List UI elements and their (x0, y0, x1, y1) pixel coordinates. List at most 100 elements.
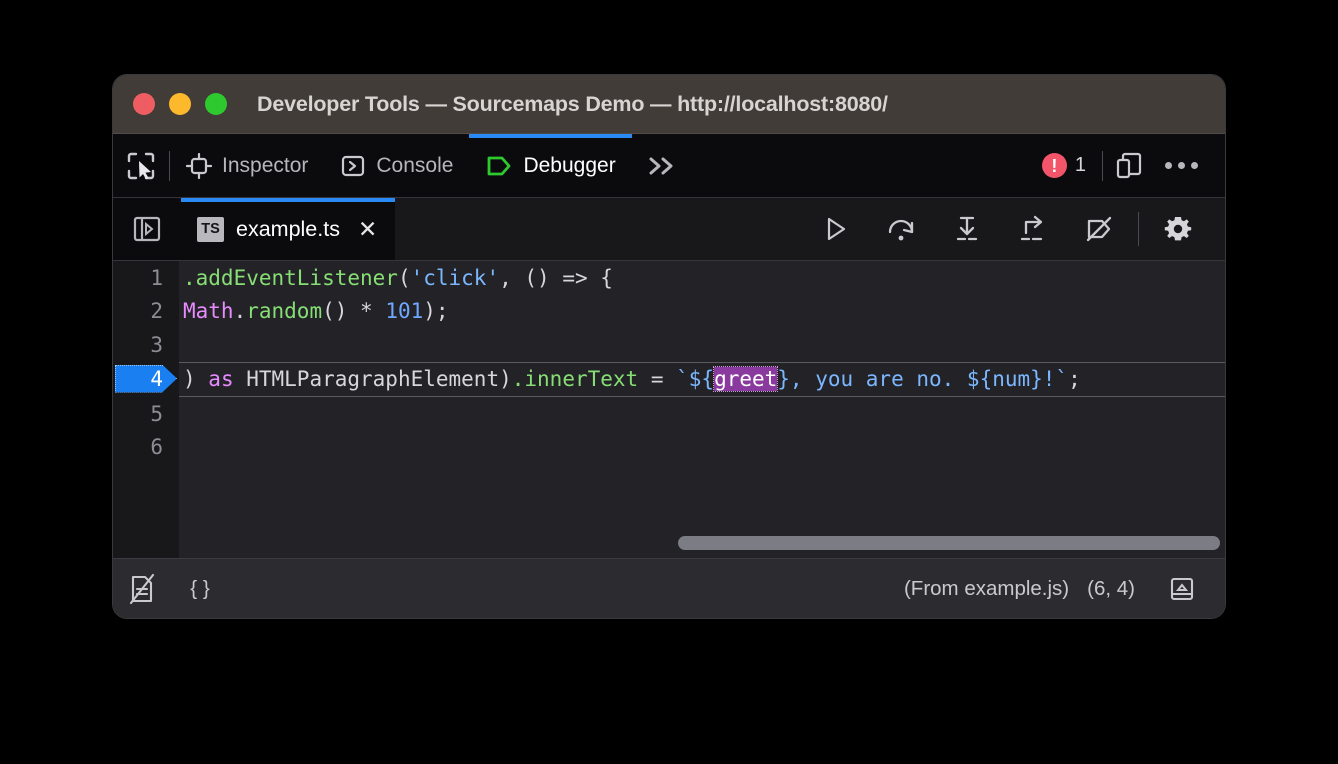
step-over-arc-icon (885, 214, 917, 244)
line-content: .addEventListener('click', () => { (183, 266, 613, 290)
step-in-down-arrow-icon (951, 214, 983, 244)
tab-debugger[interactable]: Debugger (469, 134, 631, 197)
code-token: ); (423, 299, 448, 323)
tabs-overflow-button[interactable] (632, 134, 694, 197)
code-token: as (208, 367, 233, 391)
source-map-disabled-icon (127, 573, 157, 605)
code-token: Math (183, 299, 234, 323)
zoom-window-button[interactable] (205, 93, 227, 115)
source-tab-filename: example.ts (236, 217, 340, 242)
line-number: 1 (113, 266, 163, 290)
line-number: 5 (113, 402, 163, 426)
resume-button[interactable] (802, 198, 868, 260)
source-tab-example-ts[interactable]: TS example.ts ✕ (181, 198, 395, 260)
responsive-design-mode-icon (1114, 151, 1144, 181)
code-token: ; (1068, 367, 1081, 391)
window-titlebar: Developer Tools — Sourcemaps Demo — http… (113, 75, 1225, 134)
code-token: = (638, 367, 676, 391)
close-icon[interactable]: ✕ (358, 218, 377, 241)
editor-line[interactable]: 5 (179, 397, 1225, 431)
code-token: 'click' (411, 266, 500, 290)
chevron-double-right-icon (646, 153, 680, 179)
editor-line[interactable]: 6 (179, 431, 1225, 465)
typescript-file-badge: TS (197, 217, 224, 242)
error-count-badge[interactable]: ! 1 (1042, 153, 1086, 178)
editor-statusbar: { } (From example.js) (6, 4) (113, 558, 1225, 618)
debugger-icon (485, 153, 513, 179)
line-number: 3 (113, 333, 163, 357)
toggle-panes-button[interactable] (113, 198, 181, 260)
devtools-options-button[interactable] (1155, 141, 1207, 191)
code-token: { (588, 266, 613, 290)
gear-icon (1162, 213, 1194, 245)
devtools-tabs: Inspector Console (170, 134, 694, 197)
line-number: 2 (113, 299, 163, 323)
code-token: 101 (385, 299, 423, 323)
statusbar-right-group: (From example.js) (6, 4) (904, 559, 1225, 618)
editor-line[interactable]: 2Math.random() * 101); (179, 295, 1225, 329)
code-token: . (234, 299, 247, 323)
element-picker-icon (125, 150, 157, 182)
pretty-print-label: { } (190, 577, 209, 601)
debugger-controls-divider (1138, 212, 1139, 246)
devtools-toolbar: Inspector Console (113, 134, 1225, 198)
source-editor[interactable]: 1.addEventListener('click', () => {2Math… (113, 261, 1225, 558)
editor-code-area[interactable]: 1.addEventListener('click', () => {2Math… (179, 261, 1225, 558)
editor-line[interactable]: 4) as HTMLParagraphElement).innerText = … (179, 362, 1225, 398)
tab-console[interactable]: Console (324, 134, 469, 197)
error-exclamation-icon: ! (1042, 153, 1067, 178)
responsive-design-mode-button[interactable] (1103, 141, 1155, 191)
code-token: () (322, 299, 360, 323)
code-token: .addEventListener (183, 266, 398, 290)
editor-line[interactable]: 3 (179, 328, 1225, 362)
horizontal-scrollbar[interactable] (179, 536, 1225, 550)
highlighted-token: greet (714, 367, 777, 391)
devtools-window: Developer Tools — Sourcemaps Demo — http… (113, 75, 1225, 618)
code-token: ) (183, 367, 208, 391)
code-token: * (360, 299, 373, 323)
code-token: `${ (676, 367, 714, 391)
code-token: random (246, 299, 322, 323)
tab-inspector[interactable]: Inspector (170, 134, 324, 197)
toggle-panes-icon (132, 215, 162, 243)
step-in-button[interactable] (934, 198, 1000, 260)
line-number: 6 (113, 435, 163, 459)
code-token: => (562, 266, 587, 290)
step-out-up-arrow-icon (1017, 214, 1049, 244)
code-token: ( (398, 266, 411, 290)
deactivate-breakpoints-button[interactable] (1066, 198, 1132, 260)
minimize-window-button[interactable] (169, 93, 191, 115)
debugger-settings-button[interactable] (1145, 198, 1211, 260)
breakpoints-slashed-icon (1083, 214, 1115, 244)
line-number: 4 (113, 367, 163, 391)
tab-console-label: Console (376, 154, 453, 178)
more-options-icon (1165, 162, 1198, 169)
close-window-button[interactable] (133, 93, 155, 115)
step-out-button[interactable] (1000, 198, 1066, 260)
toggle-bottom-panel-button[interactable] (1153, 559, 1211, 618)
code-token (373, 299, 386, 323)
code-token: HTMLParagraphElement) (234, 367, 512, 391)
code-token: , () (499, 266, 562, 290)
pretty-print-button[interactable]: { } (171, 559, 229, 618)
source-origin-label: (From example.js) (904, 577, 1069, 601)
toggle-bottom-panel-icon (1168, 575, 1196, 603)
play-triangle-icon (820, 214, 850, 244)
cursor-position-label: (6, 4) (1087, 577, 1135, 601)
error-count-label: 1 (1075, 154, 1086, 177)
tab-debugger-label: Debugger (523, 154, 615, 178)
console-icon (340, 153, 366, 179)
code-token: .innerText (512, 367, 638, 391)
step-over-button[interactable] (868, 198, 934, 260)
tab-inspector-label: Inspector (222, 154, 308, 178)
element-picker-button[interactable] (113, 134, 169, 197)
screen: Developer Tools — Sourcemaps Demo — http… (0, 0, 1338, 764)
line-content: ) as HTMLParagraphElement).innerText = `… (183, 367, 1081, 391)
code-token: }, you are no. ${num}!` (777, 367, 1068, 391)
editor-lines: 1.addEventListener('click', () => {2Math… (179, 261, 1225, 464)
horizontal-scrollbar-thumb[interactable] (678, 536, 1220, 550)
inspector-icon (186, 153, 212, 179)
traffic-lights (133, 93, 227, 115)
source-map-toggle-button[interactable] (113, 559, 171, 618)
editor-line[interactable]: 1.addEventListener('click', () => { (179, 261, 1225, 295)
